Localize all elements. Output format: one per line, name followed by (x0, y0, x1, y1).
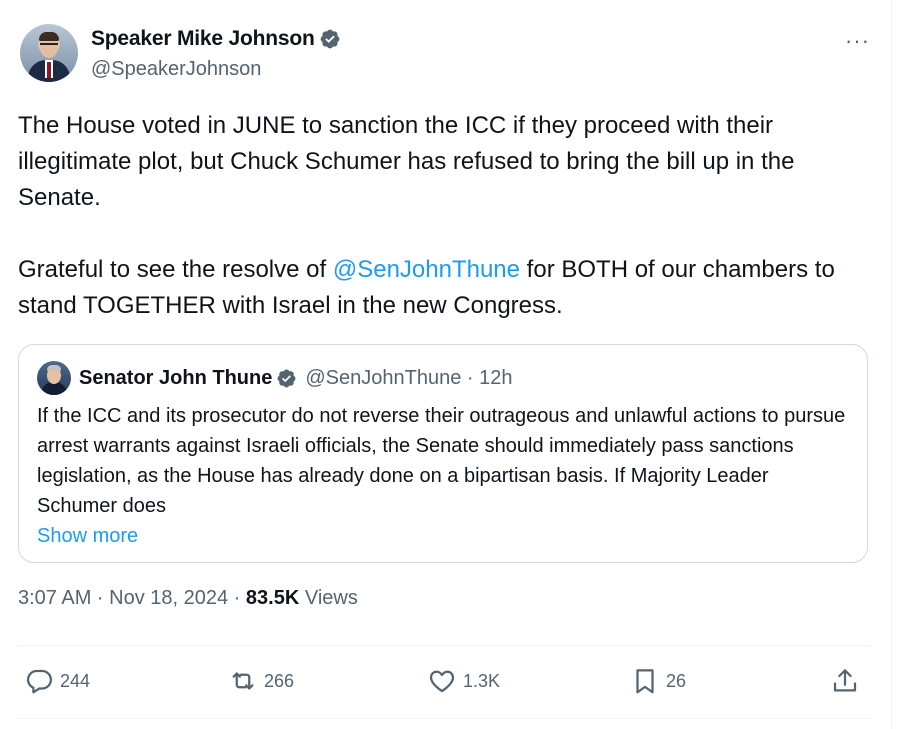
quoted-author-name: Senator John Thune (79, 366, 273, 389)
reply-icon (26, 669, 52, 694)
quoted-tweet-card[interactable]: Senator John Thune @SenJohnThune · 12h I… (18, 344, 868, 563)
quoted-tweet-header: Senator John Thune @SenJohnThune · 12h (37, 361, 849, 395)
bookmark-count: 26 (666, 670, 687, 691)
author-avatar[interactable] (20, 24, 78, 82)
bookmark-icon (636, 669, 654, 694)
tweet: Speaker Mike Johnson @SpeakerJohnson ···… (18, 0, 870, 720)
verified-badge-icon (277, 369, 296, 387)
like-count: 1.3K (463, 670, 501, 691)
mention-link[interactable]: @SenJohnThune (333, 256, 520, 283)
share-icon (833, 669, 857, 692)
tweet-text: The House voted in JUNE to sanction the … (18, 108, 870, 324)
bookmark-button[interactable]: 26 (630, 666, 686, 696)
reply-count: 244 (60, 670, 91, 691)
quoted-tweet-text: If the ICC and its prosecutor do not rev… (37, 405, 846, 517)
heart-icon (429, 670, 455, 693)
tweet-paragraph-2: Grateful to see the resolve of @SenJohnT… (18, 256, 835, 319)
more-options-button[interactable]: ··· (845, 28, 870, 54)
show-more-link[interactable]: Show more (37, 525, 138, 548)
author-name-row: Speaker Mike Johnson (91, 27, 341, 51)
quoted-author-avatar (37, 361, 71, 395)
views-label: Views (299, 587, 358, 609)
author-display-name[interactable]: Speaker Mike Johnson (91, 27, 315, 51)
share-button[interactable] (830, 666, 866, 696)
repost-icon (232, 672, 254, 690)
tweet-header: Speaker Mike Johnson @SpeakerJohnson ··· (18, 0, 870, 100)
tweet-timestamp[interactable]: 3:07 AM · Nov 18, 2024 · (18, 587, 246, 609)
reply-button[interactable]: 244 (24, 666, 90, 696)
repost-count: 266 (264, 670, 295, 691)
tweet-paragraph-1: The House voted in JUNE to sanction the … (18, 112, 795, 211)
like-button[interactable]: 1.3K (427, 666, 500, 696)
repost-button[interactable]: 266 (228, 666, 294, 696)
verified-badge-icon (320, 29, 339, 49)
views-count: 83.5K (245, 587, 300, 609)
action-bar: 244 266 1.3K 26 (18, 646, 870, 720)
divider (18, 718, 870, 719)
tweet-meta: 3:07 AM · Nov 18, 2024 · 83.5K Views (18, 587, 870, 617)
column-border (891, 0, 892, 729)
quoted-author-handle-time: @SenJohnThune · 12h (305, 366, 513, 389)
author-handle[interactable]: @SpeakerJohnson (91, 58, 261, 81)
